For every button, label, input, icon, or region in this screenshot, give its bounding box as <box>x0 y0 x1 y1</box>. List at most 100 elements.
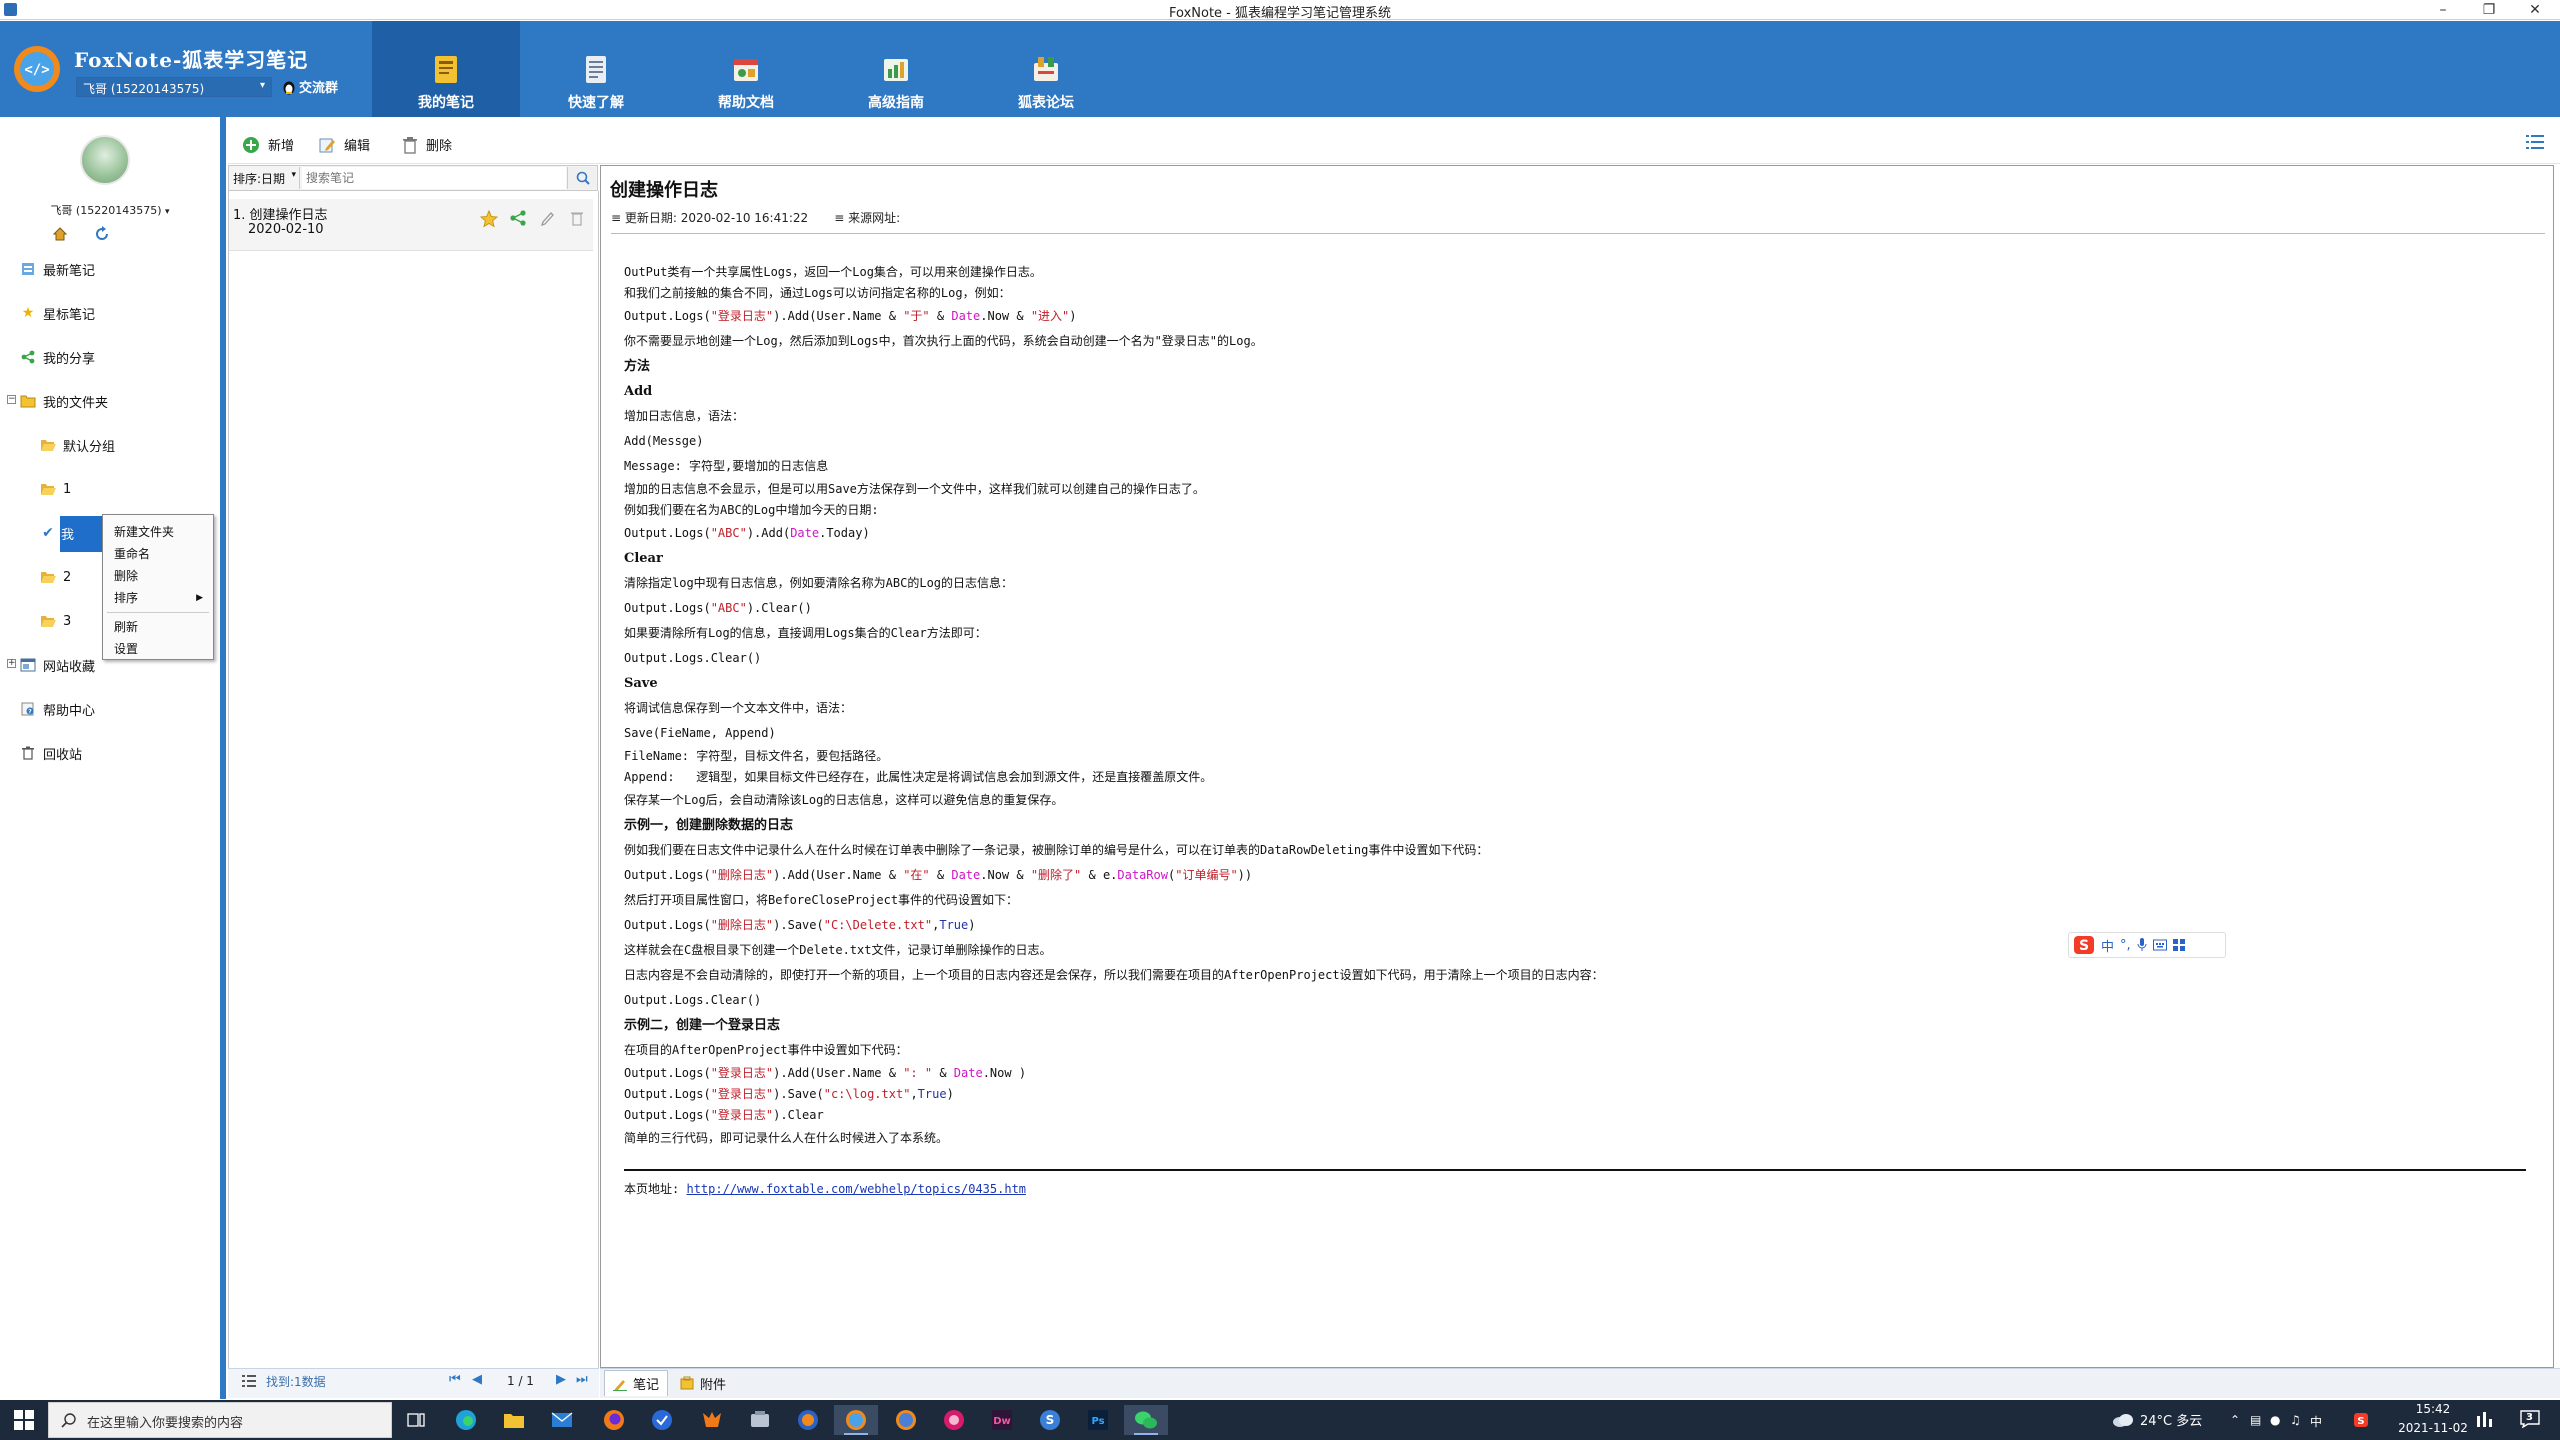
menu-item-delete[interactable]: 删除 <box>103 565 213 587</box>
penguin-icon[interactable]: ● <box>2270 1413 2280 1427</box>
previous-page-icon[interactable]: ◀ <box>472 1372 482 1387</box>
collapse-toggle[interactable]: − <box>7 395 16 404</box>
weather-widget[interactable]: 24°C 多云 <box>2112 1410 2202 1429</box>
sidebar-item-recycle-bin[interactable]: 回收站 <box>20 742 82 764</box>
user-account-menu[interactable]: 飞哥 (15220143575) ▾ <box>40 202 180 218</box>
chat-group-link[interactable]: 交流群 <box>282 77 338 96</box>
punctuation-icon[interactable]: °, <box>2120 938 2131 953</box>
grid-menu-icon[interactable] <box>2172 939 2185 951</box>
ime-mode-icon[interactable]: 中 <box>2310 1413 2322 1430</box>
sidebar-item-starred[interactable]: ★ 星标笔记 <box>20 302 95 324</box>
sidebar-item-latest-notes[interactable]: 最新笔记 <box>20 258 95 280</box>
desktop-chart-icon[interactable] <box>2476 1410 2494 1428</box>
clock-date[interactable]: 2021-11-02 <box>2388 1421 2478 1435</box>
folder-icon <box>20 393 36 409</box>
file-explorer-icon[interactable] <box>492 1405 536 1435</box>
tab-my-notes[interactable]: 我的笔记 <box>372 21 520 117</box>
page-url-link[interactable]: http://www.foxtable.com/webhelp/topics/0… <box>686 1182 1026 1196</box>
menu-item-new-folder[interactable]: 新建文件夹 <box>103 521 213 543</box>
last-page-icon[interactable]: ⏭ <box>576 1372 588 1387</box>
share-icon[interactable] <box>510 210 526 226</box>
dreamweaver-icon[interactable]: Dw <box>980 1405 1024 1435</box>
sidebar-item-folder-1[interactable]: 1 <box>40 478 71 500</box>
restore-button[interactable]: ❐ <box>2466 0 2512 20</box>
search-button[interactable] <box>567 167 596 189</box>
delete-note-button[interactable]: 删除 <box>402 135 452 154</box>
next-page-icon[interactable]: ▶ <box>556 1372 566 1387</box>
sidebar-splitter[interactable] <box>220 117 226 1399</box>
svg-text:S: S <box>2079 938 2089 954</box>
paragraph: Append: 逻辑型，如果目标文件已经存在，此属性决定是将调试信息会加到源文件… <box>624 770 1213 784</box>
sidebar-item-default-group[interactable]: 默认分组 <box>40 434 115 456</box>
tab-help-docs[interactable]: 帮助文档 <box>672 21 820 117</box>
menu-item-rename[interactable]: 重命名 <box>103 543 213 565</box>
sidebar-item-folder-2[interactable]: 2 <box>40 566 71 588</box>
microphone-icon[interactable] <box>2137 938 2147 952</box>
tab-attachments[interactable]: 附件 <box>672 1370 734 1396</box>
sidebar-item-bookmarks[interactable]: 网站收藏 <box>20 654 95 676</box>
photoshop-icon[interactable]: Ps <box>1076 1405 1120 1435</box>
app-foxtable-icon[interactable] <box>884 1405 928 1435</box>
source-url: ≡ 来源网址: <box>834 211 901 225</box>
edge-browser-icon[interactable] <box>444 1405 488 1435</box>
sogou-tray-icon[interactable]: S <box>2354 1413 2368 1427</box>
menu-item-refresh[interactable]: 刷新 <box>103 616 213 638</box>
menu-item-sort[interactable]: 排序 ▶ <box>103 587 213 609</box>
task-view-icon[interactable] <box>394 1405 438 1435</box>
app-s-icon[interactable]: S <box>1028 1405 1072 1435</box>
first-page-icon[interactable]: ⏮ <box>449 1372 461 1387</box>
tab-note[interactable]: 笔记 <box>604 1370 669 1396</box>
sidebar-item-my-folders[interactable]: 我的文件夹 <box>20 390 108 412</box>
keyboard-icon[interactable] <box>2152 939 2167 951</box>
trash-icon[interactable] <box>570 210 584 226</box>
note-meta: ≡ 更新日期: 2020-02-10 16:41:22 ≡ 来源网址: <box>611 209 900 226</box>
note-body[interactable]: OutPut类有一个共享属性Logs，返回一个Log集合，可以用来创建操作日志。… <box>624 262 2524 1151</box>
search-input[interactable] <box>302 167 566 189</box>
app-fox-icon[interactable] <box>690 1405 734 1435</box>
new-note-button[interactable]: 新增 <box>242 135 294 154</box>
menu-item-settings[interactable]: 设置 <box>103 638 213 660</box>
sort-select[interactable]: 排序:日期 ▾ <box>230 167 300 189</box>
edit-note-button[interactable]: 编辑 <box>318 135 370 154</box>
tab-quick-start[interactable]: 快速了解 <box>522 21 670 117</box>
close-button[interactable]: ✕ <box>2512 0 2558 20</box>
edit-icon[interactable] <box>540 210 556 226</box>
chat-group-label: 交流群 <box>299 81 339 96</box>
sidebar-item-folder-wo[interactable]: ✔ 我 <box>40 522 74 544</box>
ime-toolbar[interactable]: S 中 °, <box>2068 932 2226 958</box>
taskbar-search-input[interactable]: 在这里输入你要搜索的内容 <box>48 1402 392 1438</box>
sidebar-item-my-shares[interactable]: 我的分享 <box>20 346 95 368</box>
app-magenta-icon[interactable] <box>932 1405 976 1435</box>
foxnote-taskbar-icon[interactable] <box>834 1405 878 1435</box>
volume-icon[interactable]: ♫ <box>2290 1413 2301 1427</box>
app-orange-icon[interactable] <box>786 1405 830 1435</box>
note-item-date: 2020-02-10 <box>248 222 324 237</box>
user-select[interactable]: 飞哥 (15220143575) ▾ <box>76 77 272 97</box>
chevron-up-icon[interactable]: ⌃ <box>2230 1413 2240 1427</box>
list-view-icon[interactable] <box>2526 134 2544 150</box>
wechat-icon[interactable] <box>1124 1405 1168 1435</box>
penguin-icon <box>282 79 296 95</box>
notification-icon[interactable]: 3 <box>2520 1410 2540 1428</box>
ime-mode[interactable]: 中 <box>2101 936 2114 955</box>
paragraph: OutPut类有一个共享属性Logs，返回一个Log集合，可以用来创建操作日志。 <box>624 265 1042 279</box>
app-blue-icon[interactable] <box>640 1405 684 1435</box>
paragraph: 例如我们要在日志文件中记录什么人在什么时候在订单表中删除了一条记录，被删除订单的… <box>624 843 1489 857</box>
expand-toggle[interactable]: + <box>7 659 16 668</box>
tab-forum[interactable]: 狐表论坛 <box>972 21 1120 117</box>
firefox-icon[interactable] <box>592 1405 636 1435</box>
network-icon[interactable]: ▤ <box>2250 1413 2261 1427</box>
tab-advanced-guide[interactable]: 高级指南 <box>822 21 970 117</box>
clock-time[interactable]: 15:42 <box>2398 1402 2468 1416</box>
app-tool-icon[interactable] <box>738 1405 782 1435</box>
sidebar-item-folder-3[interactable]: 3 <box>40 610 71 632</box>
star-icon[interactable] <box>480 210 498 228</box>
refresh-icon[interactable] <box>94 226 110 242</box>
windows-start-icon[interactable] <box>14 1410 34 1430</box>
avatar[interactable] <box>80 135 130 185</box>
mail-icon[interactable] <box>540 1405 584 1435</box>
sidebar-item-help-center[interactable]: ? 帮助中心 <box>20 698 95 720</box>
minimize-button[interactable]: – <box>2420 0 2466 20</box>
home-icon[interactable] <box>52 226 68 242</box>
sidebar-item-label: 网站收藏 <box>43 659 96 675</box>
